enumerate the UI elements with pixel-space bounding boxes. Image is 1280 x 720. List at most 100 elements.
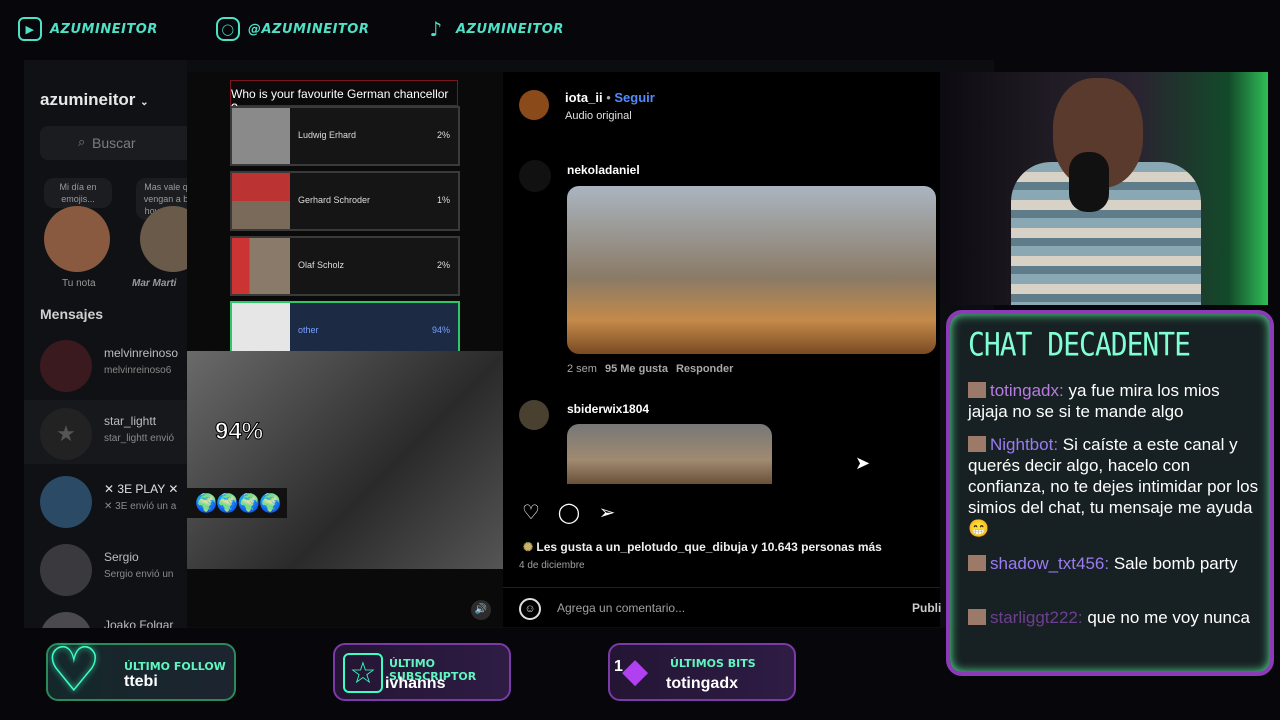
instagram-icon: ◯ bbox=[216, 17, 240, 41]
poll-option: Ludwig Erhard 2% bbox=[230, 106, 460, 166]
chat-text: Sale bomb party bbox=[1109, 554, 1238, 573]
commenter-avatar[interactable] bbox=[519, 400, 549, 430]
comment-image[interactable] bbox=[567, 186, 936, 354]
comment-user[interactable]: sbiderwix1804 bbox=[567, 402, 649, 416]
webcam-feed bbox=[941, 72, 1268, 305]
overlay-percent: 94% bbox=[214, 418, 264, 446]
list-item[interactable]: Sergio Sergio envió un bbox=[24, 536, 187, 600]
chat-message: Nightbot: Si caíste a este canal y queré… bbox=[968, 434, 1262, 539]
alert-value: totingadx bbox=[666, 675, 738, 692]
last-bits-alert: 1 ◆ ÚLTIMOS BITS totingadx bbox=[608, 643, 796, 701]
option-name: Ludwig Erhard bbox=[298, 130, 357, 140]
avatar bbox=[40, 476, 92, 528]
audio-label[interactable]: Audio original bbox=[565, 110, 632, 122]
comment-user[interactable]: nekoladaniel bbox=[567, 163, 640, 177]
youtube-icon: ▶ bbox=[18, 17, 42, 41]
chat-message: starliggt222: que no me voy nunca bbox=[968, 607, 1262, 628]
comment-time: 2 sem bbox=[567, 363, 597, 375]
story-avatar[interactable] bbox=[44, 206, 110, 272]
list-item[interactable]: ✕ 3E PLAY ✕ ✕ 3E envió un a bbox=[24, 468, 187, 532]
username: azumineitor bbox=[40, 90, 136, 109]
poll-option: Olaf Scholz 2% bbox=[230, 236, 460, 296]
user-badge-icon bbox=[968, 382, 986, 398]
volume-icon[interactable]: 🔊 bbox=[471, 600, 491, 620]
video-frame bbox=[187, 351, 503, 569]
microphone bbox=[1069, 152, 1109, 212]
messages-header: Mensajes bbox=[40, 306, 104, 322]
list-item[interactable]: melvinreinoso melvinreinoso6 bbox=[24, 332, 187, 396]
option-photo bbox=[232, 238, 290, 294]
list-item[interactable]: Joako Folgar bbox=[24, 604, 187, 628]
option-photo bbox=[232, 108, 290, 164]
liker-avatar-icon: ✺ bbox=[523, 540, 534, 554]
comment-icon[interactable]: ◯ bbox=[557, 500, 581, 524]
share-icon[interactable]: ➢ bbox=[595, 500, 619, 524]
youtube-link: ▶ AZUMINEITOR bbox=[18, 14, 158, 44]
tiktok-link: ♪ AZUMINEITOR bbox=[424, 14, 564, 44]
tiktok-handle: AZUMINEITOR bbox=[456, 21, 564, 37]
publish-button[interactable]: Publi bbox=[912, 601, 941, 615]
reply-button[interactable]: Responder bbox=[676, 363, 733, 375]
thread-name: Sergio bbox=[104, 550, 139, 564]
last-subscriber-alert: ☆ ÚLTIMO SUBSCRIPTOR ivhanns bbox=[333, 643, 511, 701]
reel-video[interactable]: Who is your favourite German chancellor … bbox=[187, 72, 503, 627]
story-label: Tu nota bbox=[62, 278, 96, 289]
alert-value: ttebi bbox=[124, 673, 158, 690]
option-percent: 1% bbox=[436, 195, 450, 205]
avatar bbox=[40, 544, 92, 596]
chat-user: totingadx: bbox=[990, 381, 1064, 400]
thread-snippet: star_lightt envió bbox=[104, 433, 175, 444]
youtube-handle: AZUMINEITOR bbox=[50, 21, 158, 37]
star-icon: ☆ bbox=[343, 653, 383, 693]
emoji-icon[interactable]: ☺ bbox=[519, 598, 541, 620]
option-name: other bbox=[298, 325, 319, 335]
thread-name: Joako Folgar bbox=[104, 618, 174, 628]
mouse-cursor-icon: ➤ bbox=[855, 453, 871, 473]
thread-name: melvinreinoso bbox=[104, 346, 179, 360]
author-avatar[interactable] bbox=[519, 90, 549, 120]
chat-user: shadow_txt456: bbox=[990, 554, 1110, 573]
comment-meta: 2 sem 95 Me gusta Responder bbox=[567, 363, 733, 375]
tiktok-icon: ♪ bbox=[429, 17, 443, 41]
option-photo bbox=[232, 173, 290, 229]
likes-summary: ✺ Les gusta a un_pelotudo_que_dibuja y 1… bbox=[523, 540, 882, 554]
post-date: 4 de diciembre bbox=[519, 560, 585, 571]
chat-user: Nightbot: bbox=[990, 435, 1059, 454]
post-header: iota_ii • Seguir bbox=[565, 90, 655, 105]
star-icon: ★ bbox=[56, 421, 76, 446]
like-icon[interactable]: ♡ bbox=[519, 500, 543, 524]
account-switcher[interactable]: azumineitor ⌄ bbox=[40, 90, 149, 110]
chat-overlay: CHAT DECADENTE totingadx: ya fue mira lo… bbox=[946, 310, 1274, 676]
option-name: Olaf Scholz bbox=[298, 260, 345, 270]
author-name[interactable]: iota_ii bbox=[565, 90, 603, 105]
option-percent: 2% bbox=[436, 260, 450, 270]
chat-message: shadow_txt456: Sale bomb party bbox=[968, 553, 1262, 574]
poll-option: Gerhard Schroder 1% bbox=[230, 171, 460, 231]
likes-text[interactable]: Les gusta a un_pelotudo_que_dibuja y 10.… bbox=[536, 540, 881, 554]
follow-button[interactable]: Seguir bbox=[614, 90, 654, 105]
thread-name: ✕ 3E PLAY ✕ bbox=[104, 482, 179, 496]
option-percent: 94% bbox=[431, 325, 450, 335]
search-placeholder: Buscar bbox=[92, 135, 136, 151]
thread-snippet: Sergio envió un bbox=[104, 569, 174, 580]
instagram-sidebar: azumineitor ⌄ ⌕ Buscar Mi día en emojis.… bbox=[24, 60, 206, 628]
globe-emojis: 🌍🌍🌍🌍 bbox=[187, 488, 287, 518]
search-input[interactable]: ⌕ Buscar bbox=[40, 126, 200, 160]
commenter-avatar[interactable] bbox=[519, 160, 551, 192]
note-bubble[interactable]: Mi día en emojis... bbox=[44, 178, 112, 208]
bits-gem-icon: ◆ bbox=[622, 652, 649, 690]
poll-question: Who is your favourite German chancellor … bbox=[230, 80, 458, 115]
user-badge-icon bbox=[968, 436, 986, 452]
list-item[interactable]: ★ star_lightt star_lightt envió bbox=[24, 400, 187, 464]
user-badge-icon bbox=[968, 609, 986, 625]
comment-input[interactable]: Agrega un comentario... bbox=[557, 601, 685, 615]
alert-value: ivhanns bbox=[385, 675, 446, 692]
option-percent: 2% bbox=[436, 130, 450, 140]
search-icon: ⌕ bbox=[78, 134, 86, 149]
instagram-link: ◯ @AZUMINEITOR bbox=[216, 14, 369, 44]
thread-snippet: melvinreinoso6 bbox=[104, 365, 172, 376]
comment-image[interactable] bbox=[567, 424, 772, 484]
chat-user: starliggt222: bbox=[990, 608, 1083, 627]
comment-box: ☺ Agrega un comentario... Publi bbox=[503, 587, 941, 627]
comment-likes[interactable]: 95 Me gusta bbox=[605, 363, 668, 375]
